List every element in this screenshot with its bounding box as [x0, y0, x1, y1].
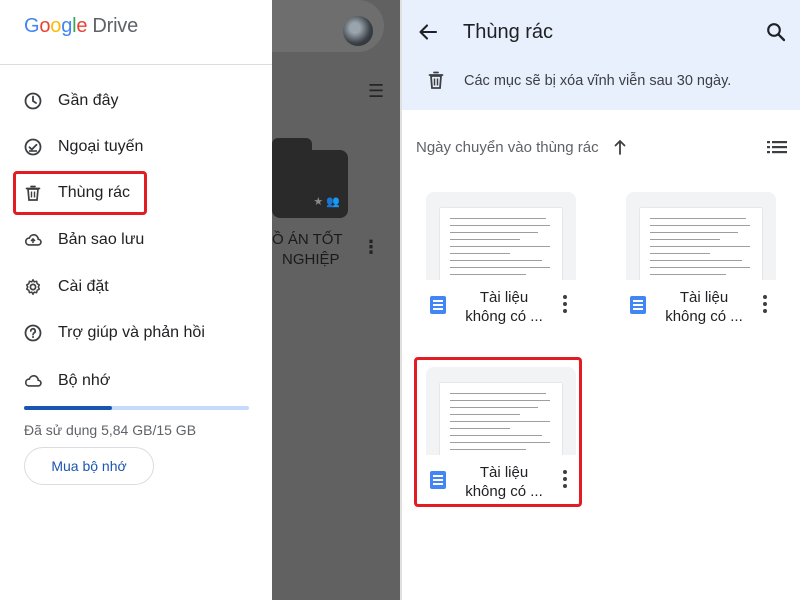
- right-screen: Thùng rác Các mục sẽ bị xóa vĩnh viễn sa…: [402, 0, 800, 600]
- sidebar-item-label: Trợ giúp và phản hồi: [58, 324, 205, 341]
- google-docs-icon: [630, 296, 646, 314]
- sidebar-item-label: Bộ nhớ: [58, 372, 111, 389]
- trash-retention-notice: Các mục sẽ bị xóa vĩnh viễn sau 30 ngày.: [464, 73, 732, 89]
- google-docs-icon: [430, 296, 446, 314]
- text-line: [450, 232, 538, 234]
- text-line: [450, 274, 526, 276]
- trash-icon: [427, 70, 445, 90]
- text-line: [650, 253, 710, 255]
- text-line: [450, 260, 542, 262]
- buy-storage-button[interactable]: Mua bộ nhớ: [24, 447, 154, 485]
- text-line: [650, 225, 750, 227]
- text-line: [450, 239, 520, 241]
- gear-icon: [24, 278, 42, 296]
- file-name: Tài liệu không có ...: [665, 289, 743, 325]
- text-line: [450, 246, 550, 248]
- cloud-upload-icon: [24, 231, 42, 249]
- text-line: [650, 274, 726, 276]
- text-line: [650, 232, 738, 234]
- trash-header: Thùng rác Các mục sẽ bị xóa vĩnh viễn sa…: [402, 0, 800, 110]
- sidebar-item-label: Cài đặt: [58, 278, 109, 295]
- background-folder: ★ 👥: [272, 138, 348, 218]
- document-preview: [440, 208, 562, 280]
- sidebar-item-label: Gần đây: [58, 92, 119, 109]
- storage-progress-bar: [24, 406, 249, 410]
- page-title: Thùng rác: [463, 21, 554, 43]
- sidebar-item-storage[interactable]: Bộ nhớ: [0, 361, 272, 401]
- navigation-drawer: Google Drive Gần đây Ngoại tuyến Thùng rá…: [0, 0, 272, 600]
- shared-star-icon: ★ 👥: [313, 196, 340, 208]
- sidebar-item-label: Ngoại tuyến: [58, 138, 144, 155]
- sidebar-item-recent[interactable]: Gần đây: [0, 81, 272, 121]
- help-icon: [24, 324, 42, 342]
- back-arrow-icon[interactable]: [416, 20, 440, 44]
- file-thumbnail[interactable]: [426, 192, 576, 280]
- sidebar-item-label: Bản sao lưu: [58, 231, 145, 248]
- list-view-icon: ☰: [368, 81, 385, 101]
- clock-icon: [24, 92, 42, 110]
- avatar: [343, 16, 373, 46]
- sidebar-item-offline[interactable]: Ngoại tuyến: [0, 127, 272, 167]
- text-line: [450, 253, 510, 255]
- text-line: [650, 218, 746, 220]
- file-card[interactable]: Tài liệu không có ...: [426, 192, 576, 332]
- google-drive-logo: Google Drive: [24, 15, 139, 37]
- text-line: [650, 267, 750, 269]
- file-card[interactable]: Tài liệu không có ...: [626, 192, 776, 332]
- text-line: [650, 246, 750, 248]
- more-options-icon: ⋮: [362, 237, 380, 257]
- storage-usage-text: Đã sử dụng 5,84 GB/15 GB: [24, 422, 197, 438]
- background-folder-name: Ồ ÁN TỐT NGHIỆP: [272, 231, 343, 268]
- file-name: Tài liệu không có ...: [465, 289, 543, 325]
- search-icon[interactable]: [764, 20, 788, 44]
- drawer-divider: [0, 64, 272, 65]
- file-thumbnail[interactable]: [626, 192, 776, 280]
- google-wordmark: Google: [24, 15, 88, 37]
- sort-by-label[interactable]: Ngày chuyển vào thùng rác: [416, 139, 599, 156]
- text-line: [450, 267, 550, 269]
- sidebar-item-settings[interactable]: Cài đặt: [0, 267, 272, 307]
- text-line: [450, 225, 550, 227]
- left-screen: ☰ ★ 👥 Ồ ÁN TỐT NGHIỆP ⋮ Google Drive Gần …: [0, 0, 400, 600]
- storage-progress-fill: [24, 406, 112, 410]
- list-view-icon[interactable]: [766, 138, 788, 156]
- document-preview: [640, 208, 762, 280]
- highlight-annotation: [13, 171, 147, 215]
- text-line: [650, 260, 742, 262]
- more-options-icon[interactable]: [762, 295, 768, 313]
- sort-ascending-arrow-icon[interactable]: [612, 138, 628, 156]
- highlight-annotation: [414, 357, 582, 507]
- sidebar-item-backup[interactable]: Bản sao lưu: [0, 220, 272, 260]
- text-line: [450, 218, 546, 220]
- more-options-icon[interactable]: [562, 295, 568, 313]
- cloud-icon: [24, 372, 42, 390]
- text-line: [650, 239, 720, 241]
- sidebar-item-help[interactable]: Trợ giúp và phản hồi: [0, 313, 272, 353]
- offline-check-icon: [24, 138, 42, 156]
